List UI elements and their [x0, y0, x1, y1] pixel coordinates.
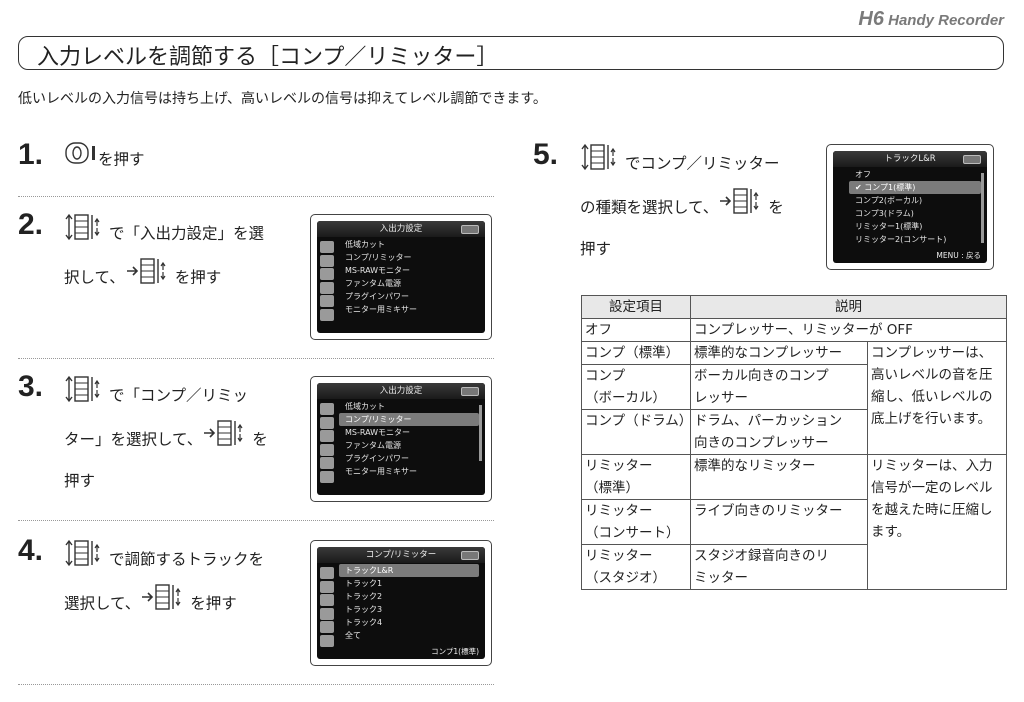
step-3-number: 3.: [18, 370, 44, 403]
jog-dial-icon: [580, 142, 620, 186]
device-screen-io-settings: 入出力設定 低域カット コンプ/リミッター MS-RAWモニター ファンタム電源…: [310, 214, 492, 340]
divider: [18, 684, 494, 685]
step-4-number: 4.: [18, 534, 44, 567]
jog-press-icon: [140, 582, 190, 626]
step-4-text: で調節するトラックを 選択して、 を押す: [64, 538, 264, 626]
jog-dial-icon: [64, 374, 104, 418]
rec-button-icon: [64, 140, 98, 180]
selected-item: ✔ コンプ1(標準): [849, 181, 981, 194]
jog-press-icon: [125, 256, 175, 300]
settings-table: 設定項目 説明 オフ コンプレッサー、リミッターが OFF コンプ（標準） 標準…: [581, 295, 1007, 590]
device-screen-track-select: コンプ/リミッター トラックL&R トラック1 トラック2 トラック3 トラック…: [310, 540, 492, 666]
step-1-text: を押す: [64, 140, 145, 180]
jog-dial-icon: [64, 538, 104, 582]
step-3-text: で「コンプ／リミッ ター」を選択して、を 押す: [64, 374, 268, 500]
jog-press-icon: [202, 418, 252, 462]
table-row: コンプ（標準） 標準的なコンプレッサー コンプレッサーは、 高いレベルの音を圧 縮し…: [581, 341, 1007, 455]
device-screen-comp-type: トラックL&R オフ ✔ コンプ1(標準) コンプ2(ボーカル) コンプ3(ドラ…: [826, 144, 994, 270]
step-2-number: 2.: [18, 208, 44, 241]
table-row: リミッター （標準） 標準的なリミッター リミッターは、入力 信号が一定のレベル を越…: [581, 454, 1007, 590]
device-screen-io-settings-selected: 入出力設定 低域カット コンプ/リミッター MS-RAWモニター ファンタム電源…: [310, 376, 492, 502]
page-title: 入力レベルを調節する［コンプ／リミッター］: [37, 45, 499, 70]
brand-logo: H6 Handy Recorder: [858, 8, 1004, 30]
divider: [18, 358, 494, 359]
jog-dial-icon: [64, 212, 104, 256]
divider: [18, 196, 494, 197]
page-title-box: 入力レベルを調節する［コンプ／リミッター］: [18, 36, 1004, 70]
jog-press-icon: [718, 186, 768, 230]
step-1-number: 1.: [18, 138, 44, 171]
table-row: オフ コンプレッサー、リミッターが OFF: [581, 318, 1007, 342]
step-5-number: 5.: [533, 138, 559, 171]
step-2-text: で「入出力設定」を選 択して、 を押す: [64, 212, 264, 300]
intro-text: 低いレベルの入力信号は持ち上げ、高いレベルの信号は抑えてレベル調節できます。: [18, 91, 547, 107]
step-5-text: でコンプ／リミッター の種類を選択して、を 押す: [580, 142, 784, 268]
divider: [18, 520, 494, 521]
